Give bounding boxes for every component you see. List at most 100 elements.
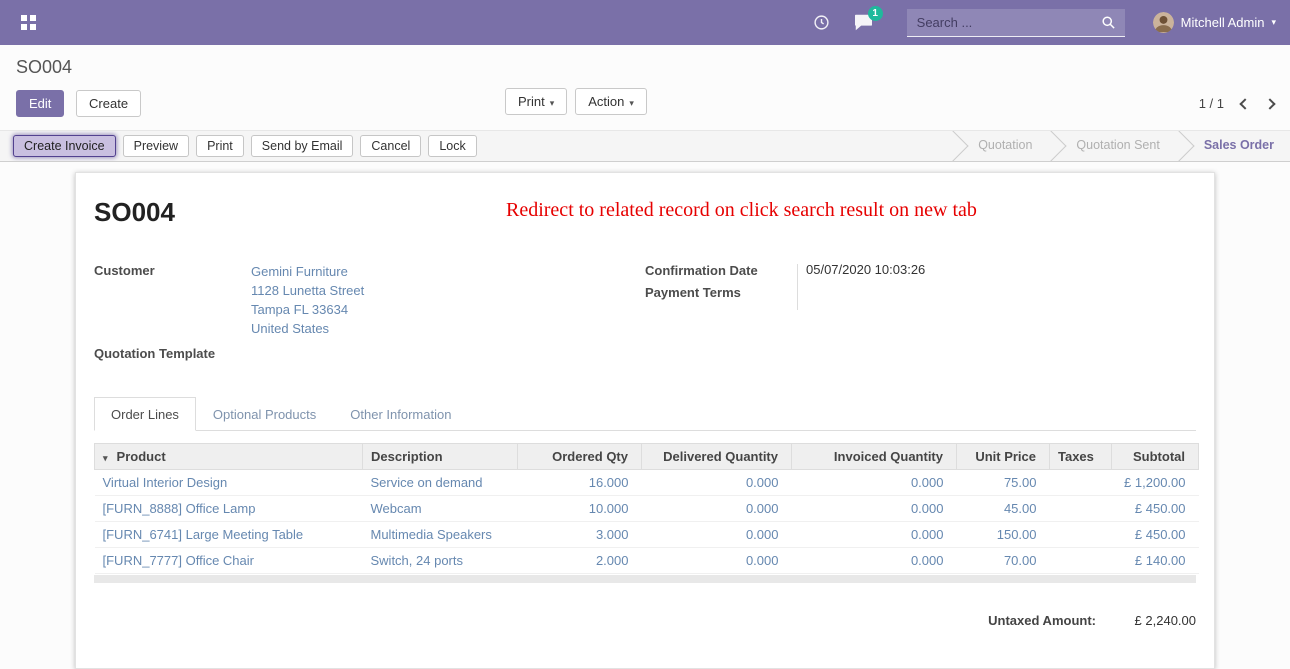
delivered-qty-cell: 0.000: [642, 548, 792, 574]
unit-price-cell: 70.00: [957, 548, 1050, 574]
product-link[interactable]: Virtual Interior Design: [103, 475, 228, 490]
quotation-template-label: Quotation Template: [94, 345, 251, 361]
ordered-qty-cell: 10.000: [518, 496, 642, 522]
optional-columns-icon[interactable]: ▾: [103, 453, 108, 463]
description-cell: Service on demand: [363, 470, 518, 496]
unit-price-cell: 45.00: [957, 496, 1050, 522]
sheet-header: SO004 Redirect to related record on clic…: [94, 197, 1196, 228]
messages-badge: 1: [868, 6, 883, 21]
print-dropdown-button[interactable]: Print▾: [505, 88, 567, 115]
column-header-delivered-qty[interactable]: Delivered Quantity: [642, 444, 792, 470]
messages-icon[interactable]: 1: [854, 14, 873, 31]
unit-price-cell: 75.00: [957, 470, 1050, 496]
stage-quotation-sent[interactable]: Quotation Sent: [1050, 130, 1177, 162]
totals-row: Untaxed Amount: £ 2,240.00: [94, 613, 1196, 628]
ordered-qty-cell: 16.000: [518, 470, 642, 496]
action-dropdown-button[interactable]: Action▾: [575, 88, 647, 115]
unit-price-cell: 150.00: [957, 522, 1050, 548]
delivered-qty-cell: 0.000: [642, 496, 792, 522]
form-view: SO004 Redirect to related record on clic…: [0, 162, 1290, 669]
subtotal-cell: £ 450.00: [1112, 496, 1199, 522]
create-invoice-button[interactable]: Create Invoice: [13, 135, 116, 157]
column-header-taxes[interactable]: Taxes: [1050, 444, 1112, 470]
taxes-cell: [1050, 496, 1112, 522]
customer-name: Gemini Furniture: [251, 262, 364, 281]
subtotal-cell: £ 450.00: [1112, 522, 1199, 548]
column-header-description[interactable]: Description: [363, 444, 518, 470]
search-icon[interactable]: [1092, 15, 1125, 30]
table-horizontal-scrollbar[interactable]: [94, 575, 1196, 583]
pager-value[interactable]: 1 / 1: [1199, 96, 1224, 111]
left-buttons: Edit Create: [16, 90, 141, 117]
product-link[interactable]: [FURN_6741] Large Meeting Table: [103, 527, 304, 542]
tab-other-information[interactable]: Other Information: [333, 397, 468, 431]
description-cell: Webcam: [363, 496, 518, 522]
product-link[interactable]: [FURN_8888] Office Lamp: [103, 501, 256, 516]
status-pipeline: Quotation Quotation Sent Sales Order: [952, 130, 1290, 162]
search-input[interactable]: [907, 15, 1092, 30]
cancel-button[interactable]: Cancel: [360, 135, 421, 157]
user-menu[interactable]: Mitchell Admin ▾: [1153, 12, 1276, 33]
center-buttons: Print▾ Action▾: [505, 88, 647, 115]
breadcrumb-title: SO004: [16, 57, 72, 77]
preview-button[interactable]: Preview: [123, 135, 189, 157]
column-header-subtotal[interactable]: Subtotal: [1112, 444, 1199, 470]
customer-label: Customer: [94, 262, 251, 338]
avatar: [1153, 12, 1174, 33]
pager: 1 / 1: [1199, 96, 1274, 111]
stage-sales-order[interactable]: Sales Order: [1178, 130, 1290, 162]
invoiced-qty-cell: 0.000: [792, 470, 957, 496]
untaxed-amount-label: Untaxed Amount:: [988, 613, 1096, 628]
product-cell: [FURN_7777] Office Chair: [95, 548, 363, 574]
customer-city: Tampa FL 33634: [251, 300, 364, 319]
product-cell: [FURN_6741] Large Meeting Table: [95, 522, 363, 548]
customer-street: 1128 Lunetta Street: [251, 281, 364, 300]
description-cell: Multimedia Speakers: [363, 522, 518, 548]
table-row[interactable]: Virtual Interior Design Service on deman…: [95, 470, 1199, 496]
ordered-qty-cell: 3.000: [518, 522, 642, 548]
product-cell: Virtual Interior Design: [95, 470, 363, 496]
tab-optional-products[interactable]: Optional Products: [196, 397, 333, 431]
sales-order-sheet: SO004 Redirect to related record on clic…: [75, 172, 1215, 669]
product-link[interactable]: [FURN_7777] Office Chair: [103, 553, 255, 568]
send-by-email-button[interactable]: Send by Email: [251, 135, 354, 157]
pager-next-icon[interactable]: [1264, 98, 1275, 109]
table-row[interactable]: [FURN_8888] Office Lamp Webcam 10.000 0.…: [95, 496, 1199, 522]
payment-terms-label: Payment Terms: [645, 284, 806, 300]
ordered-qty-cell: 2.000: [518, 548, 642, 574]
table-row[interactable]: [FURN_7777] Office Chair Switch, 24 port…: [95, 548, 1199, 574]
left-field-group: Customer Gemini Furniture 1128 Lunetta S…: [94, 262, 645, 367]
customer-value[interactable]: Gemini Furniture 1128 Lunetta Street Tam…: [251, 262, 364, 338]
untaxed-amount-value: £ 2,240.00: [1096, 613, 1196, 628]
create-button[interactable]: Create: [76, 90, 141, 117]
edit-button[interactable]: Edit: [16, 90, 64, 117]
right-field-group: Confirmation Date 05/07/2020 10:03:26 Pa…: [645, 262, 1196, 367]
tab-order-lines[interactable]: Order Lines: [94, 397, 196, 431]
lock-button[interactable]: Lock: [428, 135, 476, 157]
user-name: Mitchell Admin: [1181, 15, 1265, 30]
table-header-row: ▾Product Description Ordered Qty Deliver…: [95, 444, 1199, 470]
subtotal-cell: £ 140.00: [1112, 548, 1199, 574]
apps-menu-icon[interactable]: [14, 9, 42, 37]
chevron-down-icon: ▾: [629, 98, 634, 108]
activity-clock-icon[interactable]: [813, 14, 830, 31]
description-cell: Switch, 24 ports: [363, 548, 518, 574]
statusbar: Create Invoice Preview Print Send by Ema…: [0, 130, 1290, 162]
invoiced-qty-cell: 0.000: [792, 522, 957, 548]
product-cell: [FURN_8888] Office Lamp: [95, 496, 363, 522]
pager-previous-icon[interactable]: [1239, 98, 1250, 109]
notebook-tabs: Order Lines Optional Products Other Info…: [94, 397, 1196, 431]
breadcrumb: SO004: [0, 45, 1290, 79]
controls-row: Edit Create Print▾ Action▾ 1 / 1: [0, 79, 1290, 130]
order-lines-body: Virtual Interior Design Service on deman…: [95, 470, 1199, 574]
table-row[interactable]: [FURN_6741] Large Meeting Table Multimed…: [95, 522, 1199, 548]
top-navbar: 1 Mitchell Admin ▾: [0, 0, 1290, 45]
print-button[interactable]: Print: [196, 135, 244, 157]
group-divider: [797, 264, 798, 310]
chevron-down-icon: ▾: [550, 98, 555, 108]
column-header-invoiced-qty[interactable]: Invoiced Quantity: [792, 444, 957, 470]
column-header-product[interactable]: ▾Product: [95, 444, 363, 470]
column-header-unit-price[interactable]: Unit Price: [957, 444, 1050, 470]
column-header-ordered-qty[interactable]: Ordered Qty: [518, 444, 642, 470]
taxes-cell: [1050, 522, 1112, 548]
